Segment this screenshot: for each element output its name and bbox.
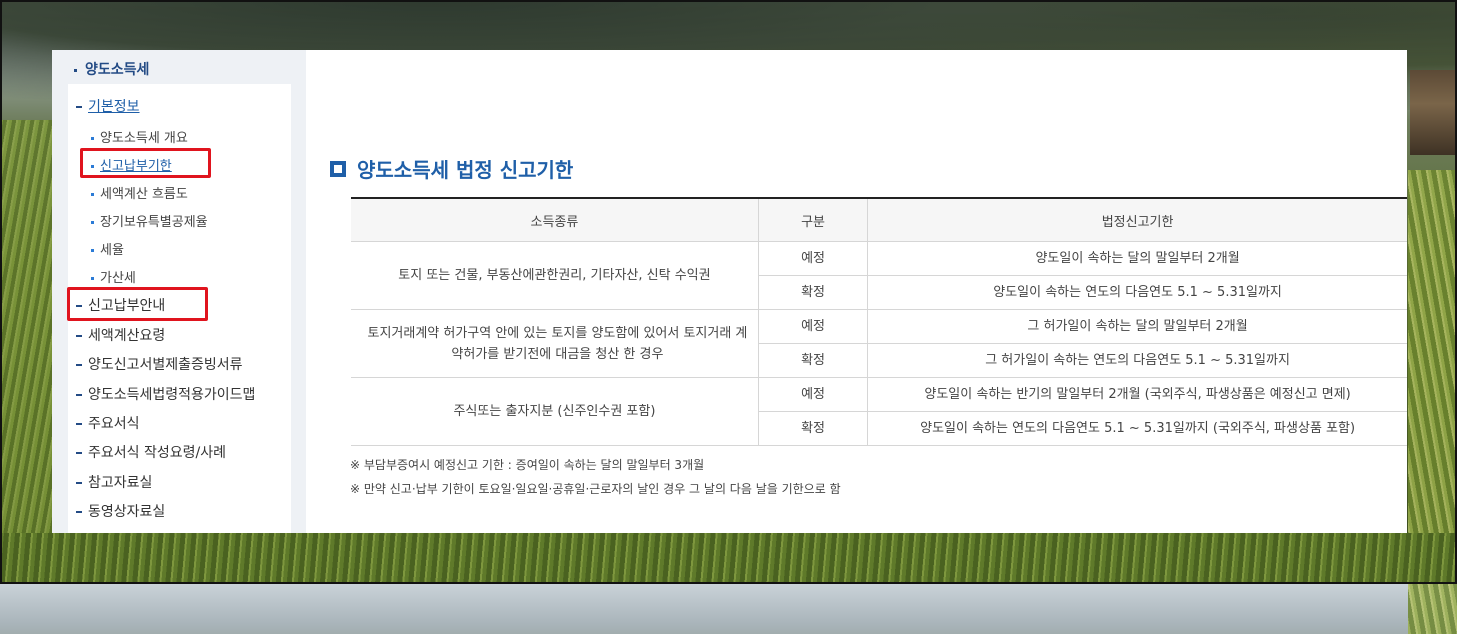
cell-type: 예정 [757,377,868,412]
cell-deadline: 양도일이 속하는 반기의 말일부터 2개월 (국외주식, 파생상품은 예정신고 … [867,377,1407,412]
dot-icon [91,193,94,196]
sidebar-title[interactable]: 양도소득세 [74,59,149,79]
dot-icon [91,277,94,280]
dot-icon [91,221,94,224]
column-header-deadline: 법정신고기한 [867,197,1407,242]
dash-icon [76,106,82,108]
sidebar-subitem-overview[interactable]: 양도소득세 개요 [91,127,188,146]
sidebar-item-documents[interactable]: 양도신고서별제출증빙서류 [76,354,243,374]
cell-type: 예정 [757,241,868,276]
dash-icon [76,423,82,425]
sidebar-subitem-tax-flow[interactable]: 세액계산 흐름도 [91,183,188,202]
background-grass-left [0,120,52,584]
cell-type: 확정 [757,411,868,446]
sidebar-subitem-penalty-tax[interactable]: 가산세 [91,267,136,286]
table-row: 토지거래계약 허가구역 안에 있는 토지를 양도함에 있어서 토지거래 계약허가… [351,309,1407,378]
sidebar-item-basic-info[interactable]: 기본정보 [76,96,140,116]
column-header-type: 구분 [757,197,868,242]
highlight-box-deadline [80,148,211,178]
cell-type: 확정 [757,275,868,310]
cell-type: 예정 [757,309,868,344]
cell-kind: 토지거래계약 허가구역 안에 있는 토지를 양도함에 있어서 토지거래 계약허가… [351,309,759,378]
note-holiday-rule: ※ 만약 신고·납부 기한이 토요일·일요일·공휴일·근로자의 날인 경우 그 … [350,482,841,496]
dash-icon [76,482,82,484]
background-grass-bottom [0,533,1457,584]
cell-deadline: 그 허가일이 속하는 연도의 다음연도 5.1 ~ 5.31일까지 [867,343,1407,378]
page-title: 양도소득세 법정 신고기한 [357,158,574,182]
heading-square-icon [330,161,346,177]
table-header-row: 소득종류 구분 법정신고기한 [351,197,1407,242]
sidebar-subitem-tax-rate[interactable]: 세율 [91,239,124,258]
sidebar-item-guide-map[interactable]: 양도소득세법령적용가이드맵 [76,384,255,404]
dash-icon [76,335,82,337]
sidebar-item-videos[interactable]: 동영상자료실 [76,501,165,521]
sidebar-subitem-long-term-deduction[interactable]: 장기보유특별공제율 [91,211,208,230]
sidebar-item-tax-calc[interactable]: 세액계산요령 [76,325,165,345]
cell-deadline: 양도일이 속하는 연도의 다음연도 5.1 ~ 5.31일까지 [867,275,1407,310]
cell-kind: 토지 또는 건물, 부동산에관한권리, 기타자산, 신탁 수익권 [351,241,759,310]
dash-icon [76,452,82,454]
table-row: 토지 또는 건물, 부동산에관한권리, 기타자산, 신탁 수익권 예정 양도일이… [351,241,1407,310]
cell-kind: 주식또는 출자지분 (신주인수권 포함) [351,377,759,446]
deadline-table: 소득종류 구분 법정신고기한 토지 또는 건물, 부동산에관한권리, 기타자산,… [351,197,1407,446]
background-hut [1410,70,1457,155]
bullet-icon [74,68,77,72]
dash-icon [76,394,82,396]
column-header-kind: 소득종류 [351,197,759,242]
sidebar-item-forms[interactable]: 주요서식 [76,413,140,433]
cell-type: 확정 [757,343,868,378]
sidebar-item-references[interactable]: 참고자료실 [76,472,152,492]
cell-deadline: 양도일이 속하는 연도의 다음연도 5.1 ~ 5.31일까지 (국외주식, 파… [867,411,1407,446]
dash-icon [76,364,82,366]
highlight-box-filing-guide [67,287,208,321]
sidebar-item-form-cases[interactable]: 주요서식 작성요령/사례 [76,442,226,462]
table-row: 주식또는 출자지분 (신주인수권 포함) 예정 양도일이 속하는 반기의 말일부… [351,377,1407,446]
dot-icon [91,249,94,252]
dot-icon [91,137,94,140]
dash-icon [76,511,82,513]
note-gift-deadline: ※ 부담부증여시 예정신고 기한 : 증여일이 속하는 달의 말일부터 3개월 [350,458,705,472]
cell-deadline: 그 허가일이 속하는 달의 말일부터 2개월 [867,309,1407,344]
cell-deadline: 양도일이 속하는 달의 말일부터 2개월 [867,241,1407,276]
